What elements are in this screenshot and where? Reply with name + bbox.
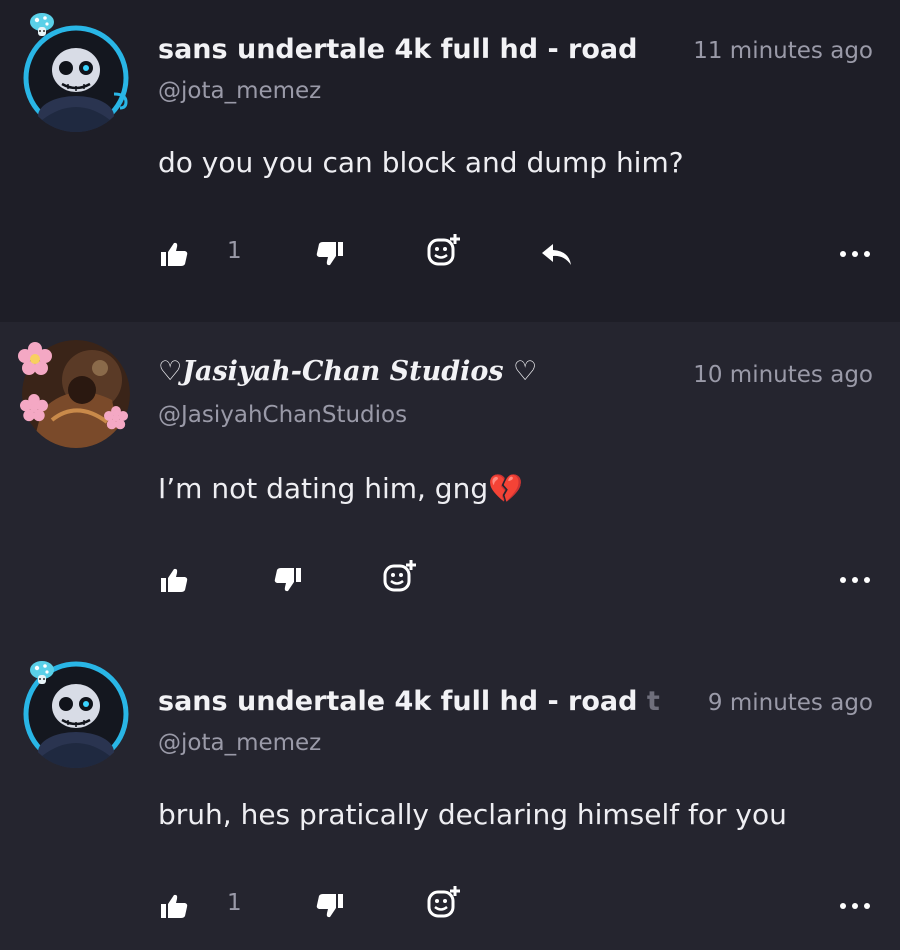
mushroom-icon — [30, 661, 54, 684]
comment-item: sans undertale 4k full hd - road 11 minu… — [0, 0, 900, 322]
timestamp: 9 minutes ago — [699, 690, 873, 716]
more-options-icon — [840, 577, 846, 583]
thumbs-up-icon — [161, 894, 188, 918]
dislike-button[interactable] — [274, 560, 302, 600]
add-reaction-button[interactable] — [426, 882, 462, 922]
add-reaction-icon — [427, 234, 460, 266]
author-name[interactable]: sans undertale 4k full hd - road t — [158, 686, 668, 717]
comment-actions — [0, 560, 900, 600]
comment-feed: sans undertale 4k full hd - road 11 minu… — [0, 0, 900, 950]
more-options-button[interactable] — [840, 570, 870, 590]
like-count: 1 — [227, 890, 242, 916]
mushroom-icon — [30, 13, 54, 36]
author-handle[interactable]: @JasiyahChanStudios — [158, 402, 407, 428]
author-name[interactable]: ♡Jasiyah-Chan Studios ♡ — [158, 356, 648, 387]
comment-text: do you you can block and dump him? — [158, 146, 684, 179]
more-options-button[interactable] — [840, 896, 870, 916]
flower-icon — [20, 394, 48, 422]
reply-button[interactable] — [540, 234, 574, 274]
author-handle[interactable]: @jota_memez — [158, 730, 321, 756]
comment-actions: 1 — [0, 886, 900, 926]
more-options-icon — [840, 251, 846, 257]
timestamp: 10 minutes ago — [685, 362, 873, 388]
add-reaction-icon — [383, 560, 416, 592]
author-name[interactable]: sans undertale 4k full hd - road — [158, 34, 648, 65]
flower-icon — [18, 342, 52, 375]
like-button[interactable] — [160, 560, 188, 600]
like-button[interactable] — [160, 886, 188, 926]
thumbs-down-icon — [316, 242, 343, 266]
like-count: 1 — [227, 238, 242, 264]
more-options-icon — [840, 903, 846, 909]
add-reaction-icon — [427, 886, 460, 918]
comment-actions: 1 — [0, 234, 900, 274]
timestamp: 11 minutes ago — [685, 38, 873, 64]
thumbs-up-icon — [161, 568, 188, 592]
reply-icon — [542, 244, 571, 265]
add-reaction-button[interactable] — [426, 230, 462, 270]
avatar-decoration-icon — [113, 92, 128, 110]
add-reaction-button[interactable] — [382, 556, 418, 596]
thumbs-down-icon — [274, 568, 301, 592]
dislike-button[interactable] — [316, 234, 344, 274]
like-button[interactable] — [160, 234, 188, 274]
comment-text: bruh, hes pratically declaring himself f… — [158, 798, 787, 831]
more-options-button[interactable] — [840, 244, 870, 264]
comment-text: I’m not dating him, gng💔 — [158, 472, 523, 505]
comment-item: sans undertale 4k full hd - road t 9 min… — [0, 644, 900, 950]
dislike-button[interactable] — [316, 886, 344, 926]
avatar[interactable] — [22, 24, 130, 132]
flower-icon — [104, 406, 128, 430]
comment-item: ♡Jasiyah-Chan Studios ♡ 10 minutes ago @… — [0, 322, 900, 644]
thumbs-down-icon — [316, 894, 343, 918]
thumbs-up-icon — [161, 242, 188, 266]
author-handle[interactable]: @jota_memez — [158, 78, 321, 104]
